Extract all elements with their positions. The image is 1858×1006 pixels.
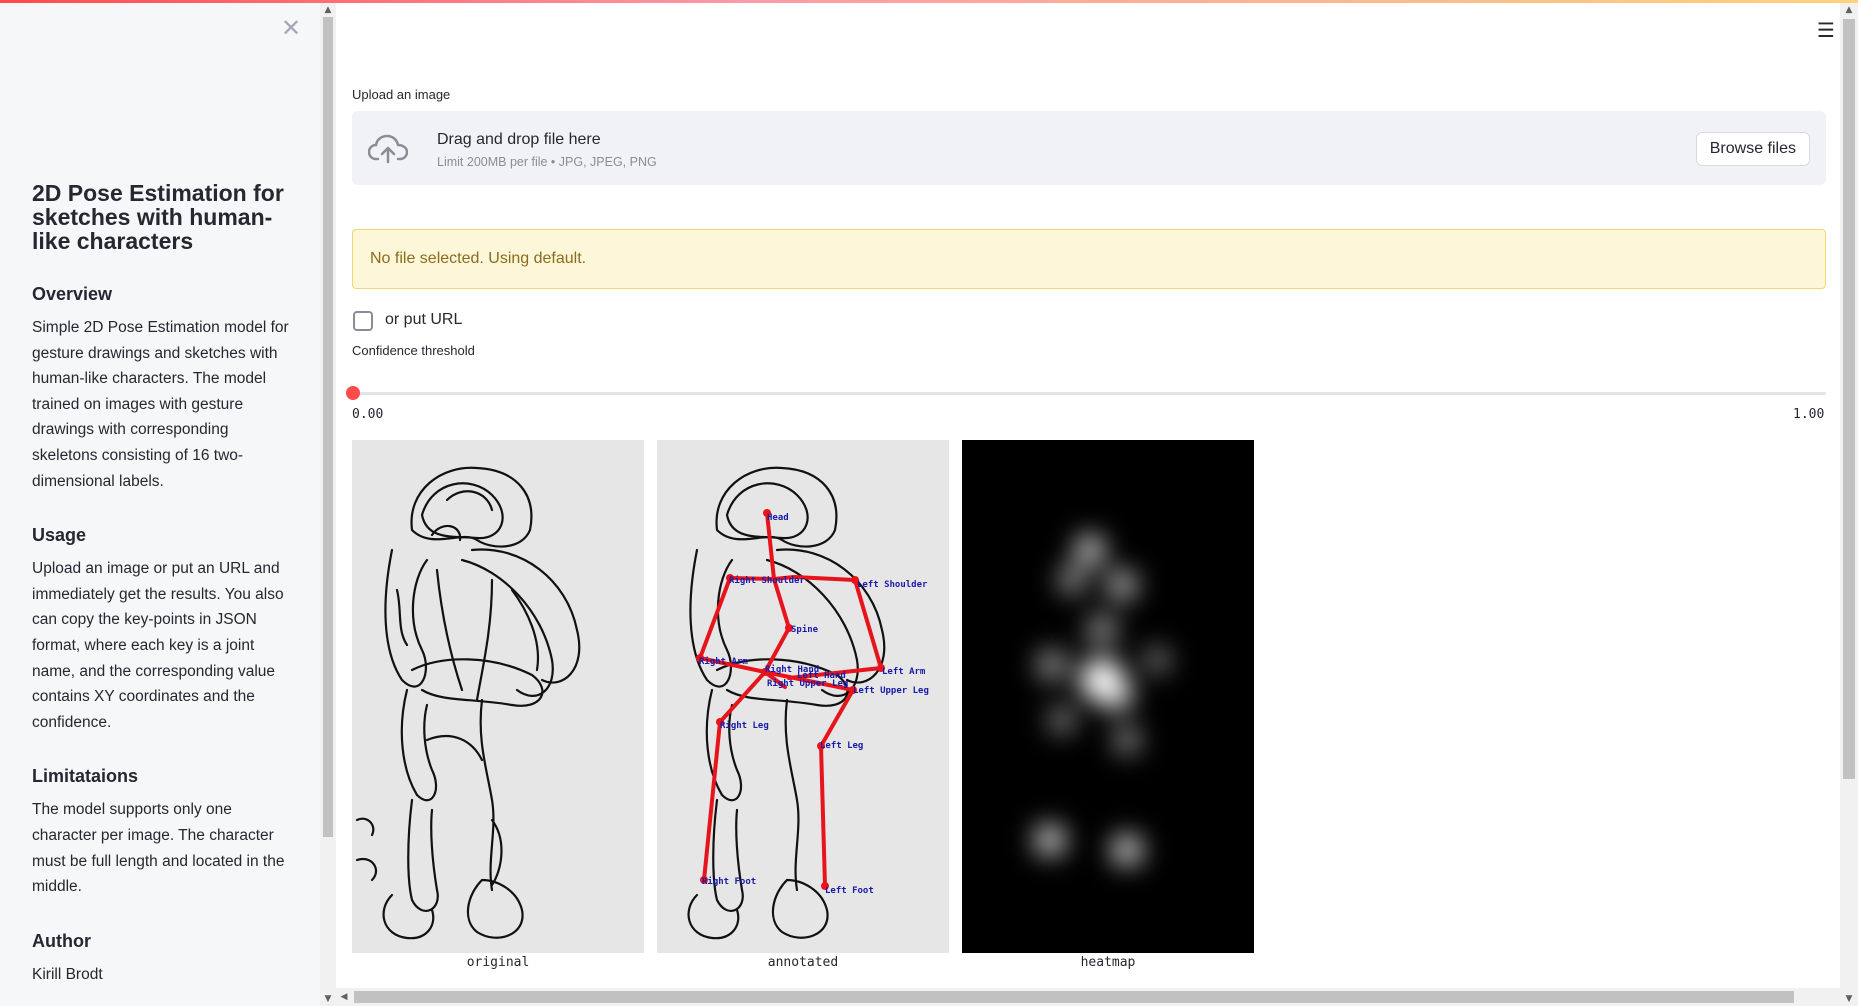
joint-label-right-arm: Right Arm xyxy=(699,656,748,667)
joint-label-left-leg: Left Leg xyxy=(820,741,863,751)
caption-heatmap: heatmap xyxy=(1080,955,1136,970)
cloud-upload-icon xyxy=(368,134,408,164)
scroll-up-arrow-icon[interactable]: ▲ xyxy=(320,3,336,17)
joint-label-spine: Spine xyxy=(791,624,819,635)
dropzone-instructions: Drag and drop file here xyxy=(437,131,601,148)
overview-heading: Overview xyxy=(32,284,113,304)
alert-text: No file selected. Using default. xyxy=(370,250,587,267)
slider-track[interactable] xyxy=(352,392,1826,395)
sidebar-content: 2D Pose Estimation for sketches with hum… xyxy=(32,181,292,987)
main-horizontal-scrollbar-thumb[interactable] xyxy=(354,991,1794,1003)
slider-label: Confidence threshold xyxy=(352,343,475,358)
warning-alert: No file selected. Using default. xyxy=(352,229,1826,289)
upload-label: Upload an image xyxy=(352,87,451,102)
file-dropzone[interactable]: Drag and drop file here Limit 200MB per … xyxy=(352,111,1826,185)
joint-label-right-shoulder: Right Shoulder xyxy=(729,575,805,586)
main-vertical-scrollbar[interactable]: ▲ ▼ xyxy=(1840,3,1858,1006)
main-horizontal-scrollbar[interactable]: ◀ xyxy=(336,988,1840,1006)
joint-label-right-foot: Right Foot xyxy=(702,876,756,887)
scroll-up-arrow-icon[interactable]: ▲ xyxy=(1841,3,1857,17)
url-checkbox-label[interactable]: or put URL xyxy=(385,311,462,329)
usage-heading: Usage xyxy=(32,525,87,546)
usage-text: Upload an image or put an URL and immedi… xyxy=(32,560,284,731)
slider-min-label: 0.00 xyxy=(352,407,384,422)
sidebar: ✕ 2D Pose Estimation for sketches with h… xyxy=(0,3,320,1006)
sidebar-scrollbar[interactable]: ▲ ▼ xyxy=(320,3,336,1006)
dropzone-limits: Limit 200MB per file • JPG, JPEG, PNG xyxy=(437,155,657,169)
annotated-image: Head Right Shoulder Left Shoulder Spine … xyxy=(657,440,949,953)
scroll-down-arrow-icon[interactable]: ▼ xyxy=(1841,992,1857,1006)
caption-annotated: annotated xyxy=(767,955,839,970)
caption-original: original xyxy=(466,955,530,970)
original-image xyxy=(352,440,644,953)
limitations-heading: Limitataions xyxy=(32,766,139,787)
overview-text: Simple 2D Pose Estimation model for gest… xyxy=(32,319,289,490)
close-icon[interactable]: ✕ xyxy=(280,16,302,40)
slider-max-label: 1.00 xyxy=(1793,407,1825,422)
joint-label-right-upper-leg: Right Upper Leg xyxy=(767,678,848,689)
joint-label-right-leg: Right Leg xyxy=(720,720,769,731)
joint-label-left-upper-leg: Left Upper Leg xyxy=(853,686,929,696)
hamburger-menu-icon[interactable]: ☰ xyxy=(1813,17,1839,43)
joint-label-left-shoulder: Left Shoulder xyxy=(857,580,928,590)
joint-label-head: Head xyxy=(767,513,789,523)
limitations-text: The model supports only one character pe… xyxy=(32,801,285,896)
slider-thumb[interactable] xyxy=(346,386,360,400)
sidebar-title: 2D Pose Estimation for sketches with hum… xyxy=(32,180,284,254)
joint-label-left-arm: Left Arm xyxy=(882,667,926,677)
heatmap-image xyxy=(962,440,1254,953)
sidebar-scrollbar-thumb[interactable] xyxy=(323,17,333,837)
author-heading: Author xyxy=(32,930,91,951)
main-content: ☰ Upload an image Drag and drop file her… xyxy=(336,3,1840,988)
author-name: Kirill Brodt xyxy=(32,965,103,983)
main-vertical-scrollbar-thumb[interactable] xyxy=(1843,19,1855,779)
browse-files-button[interactable]: Browse files xyxy=(1695,132,1810,166)
joint-label-left-foot: Left Foot xyxy=(825,886,874,896)
url-checkbox[interactable] xyxy=(353,311,373,331)
scroll-down-arrow-icon[interactable]: ▼ xyxy=(320,992,336,1006)
scroll-left-arrow-icon[interactable]: ◀ xyxy=(336,990,352,1004)
